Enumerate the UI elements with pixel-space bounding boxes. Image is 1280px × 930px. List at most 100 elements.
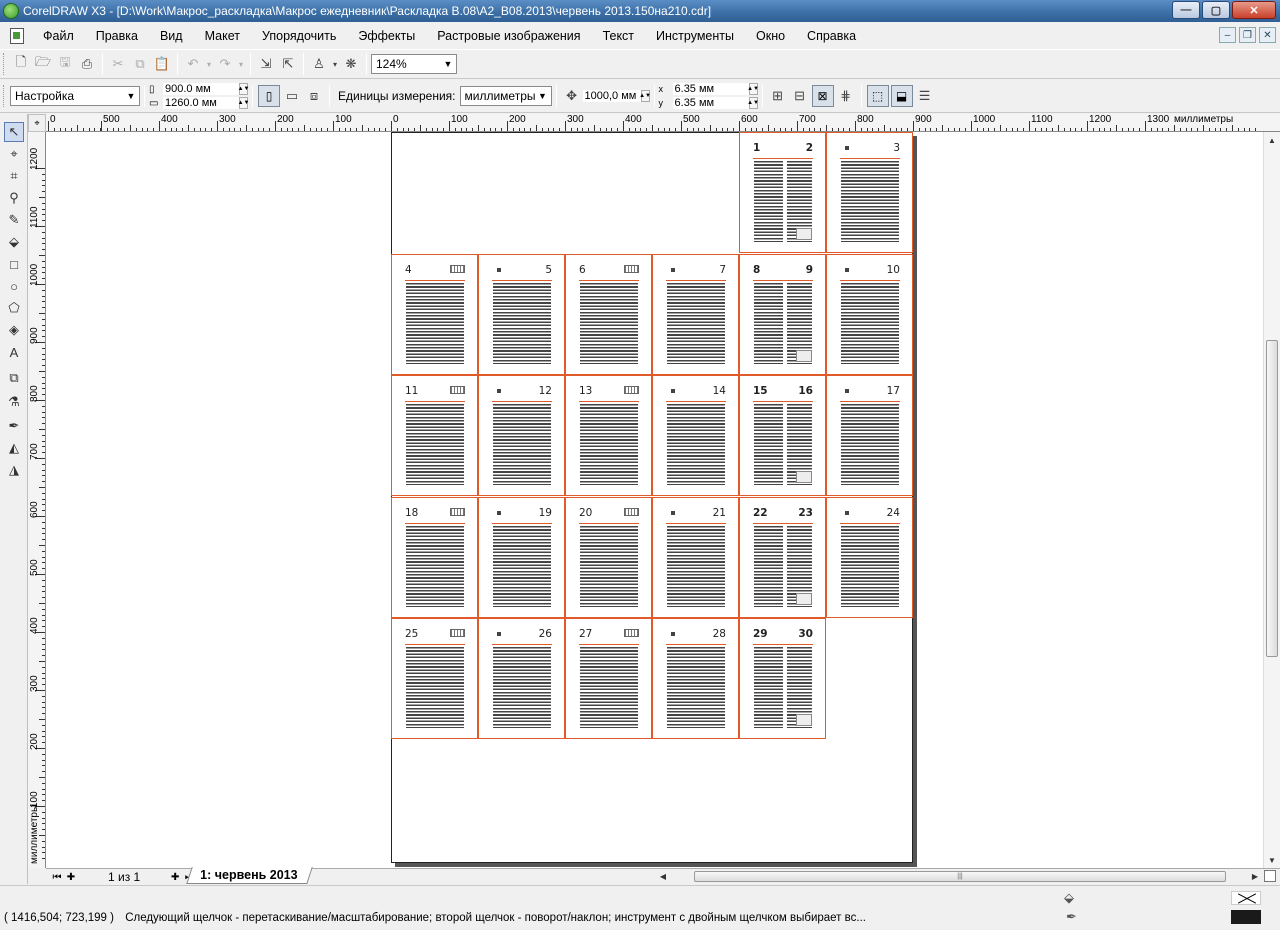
page-spread-thumbnail[interactable]: 15 16: [739, 375, 826, 496]
draw-wireframe-icon[interactable]: ⬓: [890, 85, 913, 107]
drawing-canvas[interactable]: 1 2 3 4 5 6 7 8 9 10 11 12 13 14 15 16 17 18 19 20 21 22 23 24 2…: [46, 132, 1263, 868]
save-icon[interactable]: 🖫: [55, 54, 75, 74]
page-thumbnail[interactable]: 13: [565, 375, 652, 496]
page-height-field[interactable]: ▭ 1260.0 мм ▲▼: [149, 97, 249, 110]
document-icon[interactable]: [10, 28, 24, 44]
units-combo[interactable]: миллиметры ▼: [459, 86, 552, 106]
all-pages-size-icon[interactable]: ⧈: [304, 86, 324, 106]
options-icon[interactable]: ☰: [915, 86, 935, 106]
page-thumbnail[interactable]: 14: [652, 375, 739, 496]
spinner-icon[interactable]: ▲▼: [238, 83, 249, 95]
dynamic-guides-icon[interactable]: ⋕: [836, 86, 856, 106]
page-thumbnail[interactable]: 3: [826, 132, 913, 253]
interactive-fill-tool-icon[interactable]: ◮: [4, 460, 24, 480]
print-icon[interactable]: ⎙: [77, 54, 97, 74]
page-height-value[interactable]: 1260.0 мм: [163, 97, 239, 109]
open-icon[interactable]: 🗁: [33, 54, 53, 74]
basic-shapes-tool-icon[interactable]: ◈: [4, 320, 24, 340]
menu-tools[interactable]: Инструменты: [645, 29, 745, 43]
page-thumbnail[interactable]: 7: [652, 253, 739, 375]
menu-effects[interactable]: Эффекты: [347, 29, 426, 43]
horizontal-scroll-thumb[interactable]: |||: [694, 871, 1226, 882]
rectangle-tool-icon[interactable]: □: [4, 254, 24, 274]
menu-edit[interactable]: Правка: [85, 29, 149, 43]
scroll-down-icon[interactable]: ▼: [1264, 852, 1280, 868]
corel-online-icon[interactable]: ❋: [341, 54, 361, 74]
interactive-blend-tool-icon[interactable]: ⧉: [4, 368, 24, 388]
toolbar-grip[interactable]: [3, 85, 6, 107]
vertical-scroll-thumb[interactable]: [1266, 340, 1278, 657]
outline-tool-icon[interactable]: ✒: [4, 416, 24, 436]
launcher-dropdown-icon[interactable]: ▾: [331, 54, 339, 74]
portrait-icon[interactable]: ▯: [258, 85, 280, 107]
ruler-origin[interactable]: ⌖: [28, 114, 46, 132]
zoom-tool-icon[interactable]: ⚲: [4, 188, 24, 208]
zoom-level-combo[interactable]: 124% ▼: [371, 54, 457, 74]
navigator-corner-icon[interactable]: [1264, 870, 1276, 882]
undo-dropdown-icon[interactable]: ▾: [205, 54, 213, 74]
close-button[interactable]: ✕: [1232, 1, 1276, 19]
duplicate-y-field[interactable]: y 6.35 мм ▲▼: [659, 97, 759, 110]
page-thumbnail[interactable]: 10: [826, 253, 913, 375]
page-spread-thumbnail[interactable]: 29 30: [739, 618, 826, 739]
menu-help[interactable]: Справка: [796, 29, 867, 43]
page-thumbnail[interactable]: 19: [478, 496, 565, 618]
menu-view[interactable]: Вид: [149, 29, 194, 43]
page-thumbnail[interactable]: 6: [565, 253, 652, 375]
chevron-down-icon[interactable]: ▼: [123, 87, 139, 105]
dup-y-value[interactable]: 6.35 мм: [672, 97, 749, 109]
first-page-icon[interactable]: ⏮: [50, 872, 64, 883]
freehand-tool-icon[interactable]: ✎: [4, 210, 24, 230]
menu-window[interactable]: Окно: [745, 29, 796, 43]
redo-icon[interactable]: ↷: [215, 54, 235, 74]
smart-fill-tool-icon[interactable]: ⬙: [4, 232, 24, 252]
landscape-icon[interactable]: ▭: [282, 86, 302, 106]
page-thumbnail[interactable]: 12: [478, 375, 565, 496]
page-thumbnail[interactable]: 27: [565, 618, 652, 739]
page-thumbnail[interactable]: 26: [478, 618, 565, 739]
menu-layout[interactable]: Макет: [194, 29, 251, 43]
chevron-down-icon[interactable]: ▼: [535, 87, 551, 105]
menu-arrange[interactable]: Упорядочить: [251, 29, 347, 43]
page-width-value[interactable]: 900.0 мм: [163, 83, 239, 95]
page-spread-thumbnail[interactable]: 12: [739, 132, 826, 253]
spinner-icon[interactable]: ▲▼: [639, 90, 651, 102]
paper-preset-combo[interactable]: Настройка ▼: [10, 86, 140, 106]
page-spread-thumbnail[interactable]: 22 23: [739, 496, 826, 618]
spinner-icon[interactable]: ▲▼: [747, 97, 759, 109]
polygon-tool-icon[interactable]: ⬠: [4, 298, 24, 318]
undo-icon[interactable]: ↶: [183, 54, 203, 74]
export-icon[interactable]: ⇱: [278, 54, 298, 74]
scroll-left-icon[interactable]: ◀: [656, 869, 670, 884]
import-icon[interactable]: ⇲: [256, 54, 276, 74]
dup-x-value[interactable]: 6.35 мм: [672, 83, 749, 95]
redo-dropdown-icon[interactable]: ▾: [237, 54, 245, 74]
doc-minimize-button[interactable]: –: [1219, 27, 1236, 43]
vertical-ruler[interactable]: 1200 1100 1000 900 800 700 600 500 400 300 200 100 м…: [28, 132, 46, 868]
snap-to-objects-icon[interactable]: ⊠: [811, 85, 834, 107]
horizontal-ruler[interactable]: 0 500 400 300 200 100 0 100 200 300 400 500 600 700 80…: [46, 114, 1280, 132]
application-launcher-icon[interactable]: ♙: [309, 54, 329, 74]
outline-pen-icon[interactable]: ✒: [1066, 909, 1077, 925]
treat-as-filled-icon[interactable]: ⬚: [866, 85, 889, 107]
coreldraw-app-icon[interactable]: [3, 3, 19, 19]
page-thumbnail[interactable]: 4: [391, 253, 478, 375]
new-icon[interactable]: 🗋: [11, 54, 31, 74]
page-thumbnail[interactable]: 20: [565, 496, 652, 618]
page-thumbnail[interactable]: 5: [478, 253, 565, 375]
page-thumbnail[interactable]: 25: [391, 618, 478, 739]
toolbar-grip[interactable]: [3, 53, 6, 75]
minimize-button[interactable]: —: [1172, 1, 1200, 19]
page-thumbnail[interactable]: 18: [391, 496, 478, 618]
snap-to-grid-icon[interactable]: ⊞: [768, 86, 788, 106]
menu-text[interactable]: Текст: [592, 29, 645, 43]
text-tool-icon[interactable]: A: [4, 342, 24, 362]
fill-bucket-icon[interactable]: ⬙: [1064, 890, 1074, 906]
spinner-icon[interactable]: ▲▼: [747, 83, 759, 95]
maximize-button[interactable]: ▢: [1202, 1, 1230, 19]
scroll-right-icon[interactable]: ▶: [1248, 869, 1262, 884]
menu-file[interactable]: Файл: [32, 29, 85, 43]
add-page-after-icon[interactable]: ✚: [168, 872, 182, 883]
doc-restore-button[interactable]: ❐: [1239, 27, 1256, 43]
document-page[interactable]: 1 2 3 4 5 6 7 8 9 10 11 12 13 14 15 16 17 18 19 20 21 22 23 24 2…: [391, 132, 913, 863]
